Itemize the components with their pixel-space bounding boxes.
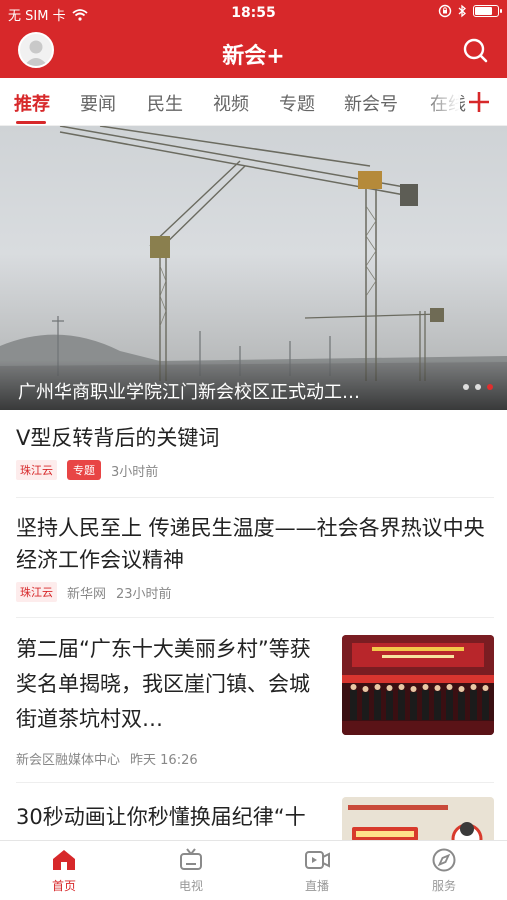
hero-banner[interactable]: 广州华商职业学院江门新会校区正式动工… xyxy=(0,126,507,410)
source-tag: 珠江云 xyxy=(16,582,57,602)
news-title: V型反转背后的关键词 xyxy=(16,426,220,450)
tabbar-live[interactable]: 直播 xyxy=(277,847,357,894)
news-item[interactable]: 坚持人民至上 传递民生温度——社会各界热议中央经济工作会议精神 珠江云 新华网 … xyxy=(16,512,494,602)
tv-icon xyxy=(180,848,202,870)
news-meta: 新会区融媒体中心 昨天 16:26 xyxy=(16,749,326,768)
award-ceremony-image xyxy=(342,635,494,735)
add-channel-button[interactable] xyxy=(462,86,496,118)
divider xyxy=(16,617,494,618)
news-title: 坚持人民至上 传递民生温度——社会各界热议中央经济工作会议精神 xyxy=(16,516,485,572)
tabbar-label: 直播 xyxy=(304,879,329,893)
tabs-fade xyxy=(424,78,460,125)
tab-topics[interactable]: 专题 xyxy=(279,90,315,116)
tab-video[interactable]: 视频 xyxy=(213,90,249,116)
topic-badge: 专题 xyxy=(67,460,101,480)
source-tag: 珠江云 xyxy=(16,460,57,480)
home-icon xyxy=(53,850,75,870)
news-item[interactable]: 第二届“广东十大美丽乡村”等获奖名单揭晓，我区崖门镇、会城街道茶坑村双… 新会区… xyxy=(16,632,326,768)
news-item[interactable]: V型反转背后的关键词 珠江云 专题 3小时前 xyxy=(16,422,494,480)
news-publisher: 新华网 xyxy=(67,586,107,602)
status-right xyxy=(438,4,502,18)
tabbar-label: 服务 xyxy=(431,879,456,893)
tabbar-home[interactable]: 首页 xyxy=(24,847,104,894)
news-time: 昨天 16:26 xyxy=(130,753,198,768)
tabbar-services[interactable]: 服务 xyxy=(404,847,484,894)
tabbar-label: 电视 xyxy=(178,879,203,893)
status-time: 18:55 xyxy=(231,5,276,21)
active-tab-indicator xyxy=(16,121,46,124)
battery-icon xyxy=(473,5,502,17)
news-thumbnail[interactable] xyxy=(342,635,494,735)
divider xyxy=(16,497,494,498)
tabbar-label: 首页 xyxy=(51,879,76,893)
search-button[interactable] xyxy=(459,34,493,68)
news-meta: 珠江云 新华网 23小时前 xyxy=(16,582,494,602)
news-time: 3小时前 xyxy=(111,464,159,480)
orientation-lock-icon xyxy=(438,4,452,18)
tab-livelihood[interactable]: 民生 xyxy=(147,90,183,116)
channel-tabs: 推荐 要闻 民生 视频 专题 新会号 在线 xyxy=(0,78,507,126)
hero-caption: 广州华商职业学院江门新会校区正式动工… xyxy=(18,382,360,403)
app-title: 新会+ xyxy=(222,44,285,69)
tab-xinhui-hao[interactable]: 新会号 xyxy=(344,90,398,116)
carousel-dots xyxy=(463,384,493,390)
carousel-dot xyxy=(475,384,481,390)
tab-recommend[interactable]: 推荐 xyxy=(14,90,50,116)
compass-icon xyxy=(432,848,456,872)
tab-headlines[interactable]: 要闻 xyxy=(80,90,116,116)
bottom-tab-bar: 首页 电视 直播 服务 xyxy=(0,840,507,900)
live-video-icon xyxy=(305,851,330,869)
tabbar-tv[interactable]: 电视 xyxy=(151,847,231,894)
search-icon xyxy=(463,38,488,63)
news-publisher: 新会区融媒体中心 xyxy=(16,753,121,768)
divider xyxy=(16,782,494,783)
news-time: 23小时前 xyxy=(116,586,172,602)
news-meta: 珠江云 专题 3小时前 xyxy=(16,460,494,480)
app-header: 新会+ xyxy=(0,26,507,78)
carousel-dot-active xyxy=(487,384,493,390)
bluetooth-icon xyxy=(458,4,466,18)
news-title: 第二届“广东十大美丽乡村”等获奖名单揭晓，我区崖门镇、会城街道茶坑村双… xyxy=(16,637,311,731)
carousel-dot xyxy=(463,384,469,390)
status-bar: 无 SIM 卡 18:55 xyxy=(0,0,507,26)
plus-icon xyxy=(469,92,489,112)
